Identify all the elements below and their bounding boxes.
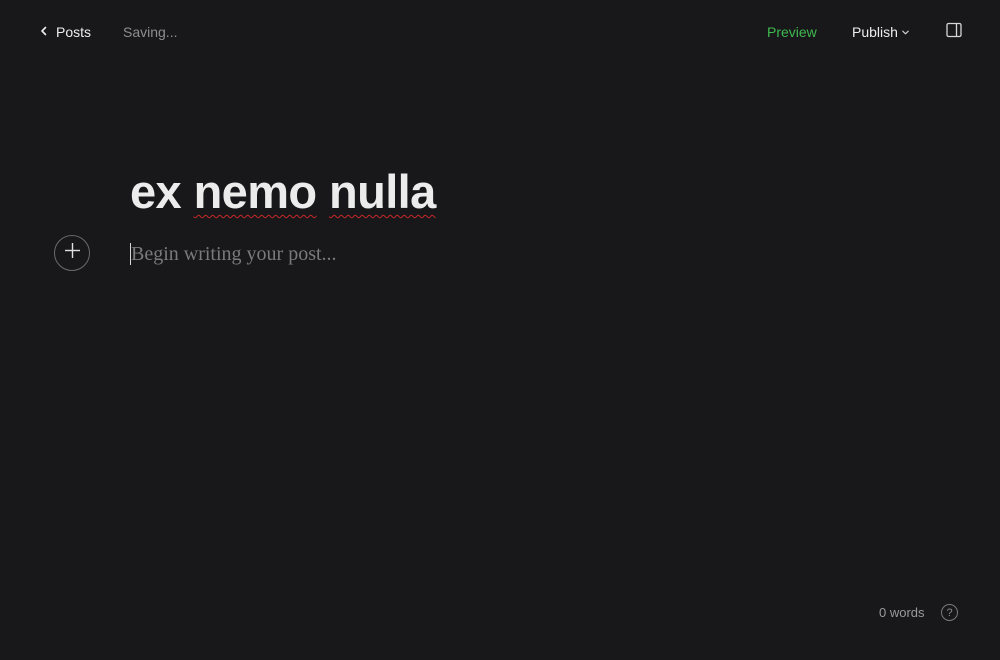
- post-body-editor[interactable]: Begin writing your post...: [130, 242, 870, 266]
- question-icon: ?: [946, 606, 953, 619]
- help-button[interactable]: ?: [941, 604, 958, 621]
- add-card-button[interactable]: [54, 235, 90, 271]
- back-link-label: Posts: [56, 24, 92, 40]
- chevron-down-icon: [901, 24, 910, 40]
- settings-panel-toggle[interactable]: [945, 21, 963, 39]
- word-count: 0 words: [879, 605, 925, 620]
- post-title[interactable]: ex nemo nulla: [130, 164, 436, 219]
- post-editor: Posts Saving... Preview Publish ex nemo …: [0, 0, 1000, 660]
- title-word-misspelled: nulla: [328, 165, 436, 218]
- title-word: ex: [130, 165, 182, 218]
- preview-button[interactable]: Preview: [767, 24, 817, 40]
- back-to-posts-link[interactable]: Posts: [38, 22, 91, 42]
- publish-button[interactable]: Publish: [852, 24, 910, 40]
- body-placeholder: Begin writing your post...: [131, 242, 337, 265]
- publish-label: Publish: [852, 24, 898, 40]
- sidebar-panel-icon: [945, 22, 963, 43]
- chevron-left-icon: [38, 24, 50, 40]
- editor-header: Posts Saving... Preview Publish: [0, 0, 1000, 62]
- save-status: Saving...: [123, 24, 178, 40]
- title-word-misspelled: nemo: [193, 165, 318, 218]
- plus-icon: [64, 242, 81, 264]
